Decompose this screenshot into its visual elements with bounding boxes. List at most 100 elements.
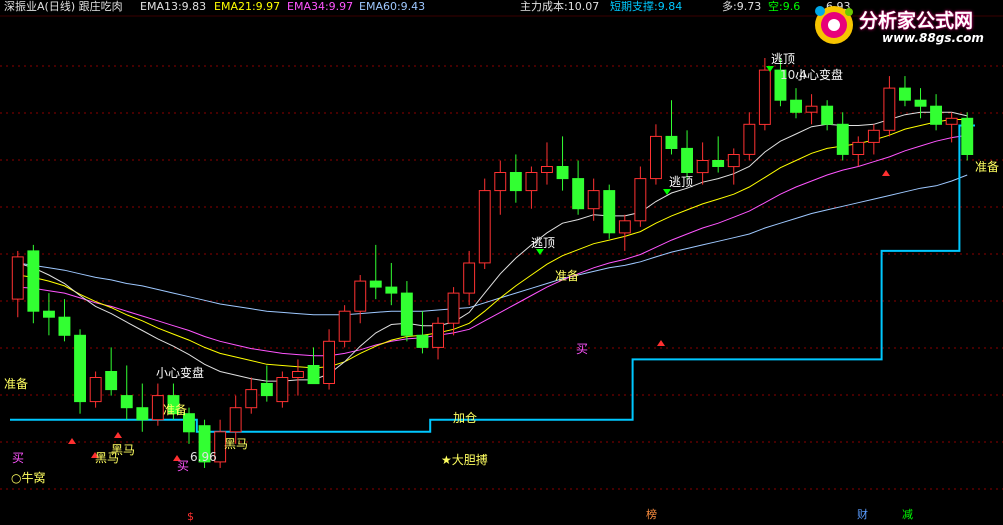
- candle-body-down: [120, 395, 133, 409]
- candle-body-down: [105, 371, 118, 391]
- arrow-up-icon: [882, 170, 890, 176]
- signal-dark-horse-3: 黑马: [224, 437, 249, 451]
- arrow-up-icon: [114, 432, 122, 438]
- candle-body-down: [930, 105, 942, 125]
- candle-body-down: [603, 190, 616, 234]
- ema21-readout: EMA21:9.97: [214, 0, 280, 14]
- candle-body-down: [836, 123, 849, 155]
- candle-body-up: [11, 256, 24, 300]
- signal-buy-1: 买: [12, 451, 25, 465]
- ema34-line: [17, 134, 968, 357]
- candle-body-up: [696, 160, 709, 174]
- candle-body-down: [572, 178, 585, 210]
- candle-body-up: [945, 117, 958, 125]
- signal-add-position: 加仓: [453, 411, 478, 425]
- candle-body-up: [634, 178, 647, 222]
- candle-body-down: [400, 292, 413, 336]
- candle-body-up: [743, 123, 756, 155]
- support-step-line: [10, 124, 975, 433]
- candle-body-up: [805, 105, 818, 113]
- candle-body-down: [307, 365, 320, 385]
- support-label: 短期支撑:: [610, 0, 658, 13]
- candle-body-down: [509, 172, 522, 192]
- candle-body-down: [899, 87, 911, 101]
- candle-body-up: [883, 87, 896, 131]
- logo-title: 分析家公式网: [859, 10, 974, 32]
- signal-prepare-1: 准备: [4, 377, 29, 391]
- candle-body-up: [229, 407, 242, 433]
- candle-body-up: [618, 220, 631, 234]
- candle-body-up: [587, 190, 600, 210]
- ema21-line: [17, 119, 968, 369]
- candle-body-down: [74, 334, 86, 403]
- signal-prepare-3: 准备: [555, 269, 580, 283]
- marker-dollar[interactable]: $: [187, 510, 194, 524]
- ema34-value: 9.97: [328, 0, 354, 13]
- candle-body-up: [494, 172, 507, 192]
- signal-caution-2: 小心变盘: [795, 68, 844, 82]
- ema13-label: EMA13:: [140, 0, 182, 13]
- short-label: 空:: [768, 0, 783, 13]
- candle-body-down: [821, 105, 834, 125]
- arrow-up-icon: [657, 340, 665, 346]
- signal-caution-1: 小心变盘: [156, 366, 205, 380]
- candle-body-down: [790, 99, 802, 113]
- support-readout: 短期支撑:9.84: [610, 0, 682, 14]
- signal-escape-top-2: 逃顶: [669, 175, 694, 189]
- main-cost-label: 主力成本:: [520, 0, 568, 13]
- candle-body-down: [681, 147, 693, 173]
- candle-body-down: [385, 286, 398, 294]
- ema34-readout: EMA34:9.97: [287, 0, 353, 14]
- long-value: 9.73: [736, 0, 762, 13]
- candle-body-up: [89, 377, 102, 403]
- candle-body-down: [58, 316, 71, 336]
- ema60-label: EMA60:: [359, 0, 401, 13]
- signal-escape-top-1: 逃顶: [531, 236, 556, 250]
- marker-reduce[interactable]: 减: [902, 508, 913, 522]
- signal-prepare-2: 准备: [163, 403, 188, 417]
- support-value: 9.84: [657, 0, 683, 13]
- candle-body-up: [338, 310, 351, 342]
- candle-body-up: [758, 69, 771, 125]
- candle-body-down: [961, 117, 974, 156]
- candle-body-down: [369, 280, 382, 288]
- candle-body-up: [323, 340, 336, 384]
- candle-body-up: [650, 135, 662, 180]
- candle-body-up: [354, 280, 367, 312]
- short-readout: 空:9.6: [768, 0, 800, 14]
- kline-chart[interactable]: [0, 0, 1003, 525]
- signal-buy-3: 买: [576, 342, 589, 356]
- long-label: 多:: [722, 0, 737, 13]
- signal-bold-bet: ★大胆搏: [441, 453, 488, 467]
- candle-body-up: [151, 395, 164, 421]
- ema60-readout: EMA60:9.43: [359, 0, 425, 14]
- signal-escape-top-3: 逃顶: [771, 52, 796, 66]
- candle-body-down: [712, 160, 725, 167]
- candle-body-down: [914, 99, 927, 107]
- ema13-line: [17, 111, 968, 382]
- candle-body-up: [463, 262, 476, 294]
- candle-body-up: [525, 172, 538, 192]
- marker-ranking[interactable]: 榜: [646, 508, 657, 522]
- candle-body-up: [276, 377, 289, 403]
- low-price-label: 6.96: [190, 450, 217, 464]
- candle-body-down: [136, 407, 149, 421]
- marker-finance[interactable]: 财: [857, 508, 868, 522]
- candle-body-up: [292, 371, 304, 378]
- candle-body-down: [43, 310, 55, 318]
- candle-body-up: [478, 190, 491, 264]
- signal-prepare-4: 准备: [975, 160, 1000, 174]
- main-cost-readout: 主力成本:10.07: [520, 0, 599, 14]
- ema60-value: 9.43: [400, 0, 426, 13]
- indicator-name: 跟庄吃肉: [78, 0, 123, 13]
- short-value: 9.6: [782, 0, 801, 13]
- ema21-label: EMA21:: [214, 0, 256, 13]
- candle-body-up: [727, 154, 740, 168]
- ema60-line: [17, 174, 968, 316]
- ema13-value: 9.83: [181, 0, 207, 13]
- candle-body-down: [416, 334, 429, 348]
- signal-buy-2: 买: [177, 459, 190, 473]
- candle-body-down: [260, 383, 273, 397]
- signal-bull-nest: ○牛窝: [11, 471, 46, 485]
- symbol-name: 深振业A(日线) 跟庄吃肉: [4, 0, 123, 14]
